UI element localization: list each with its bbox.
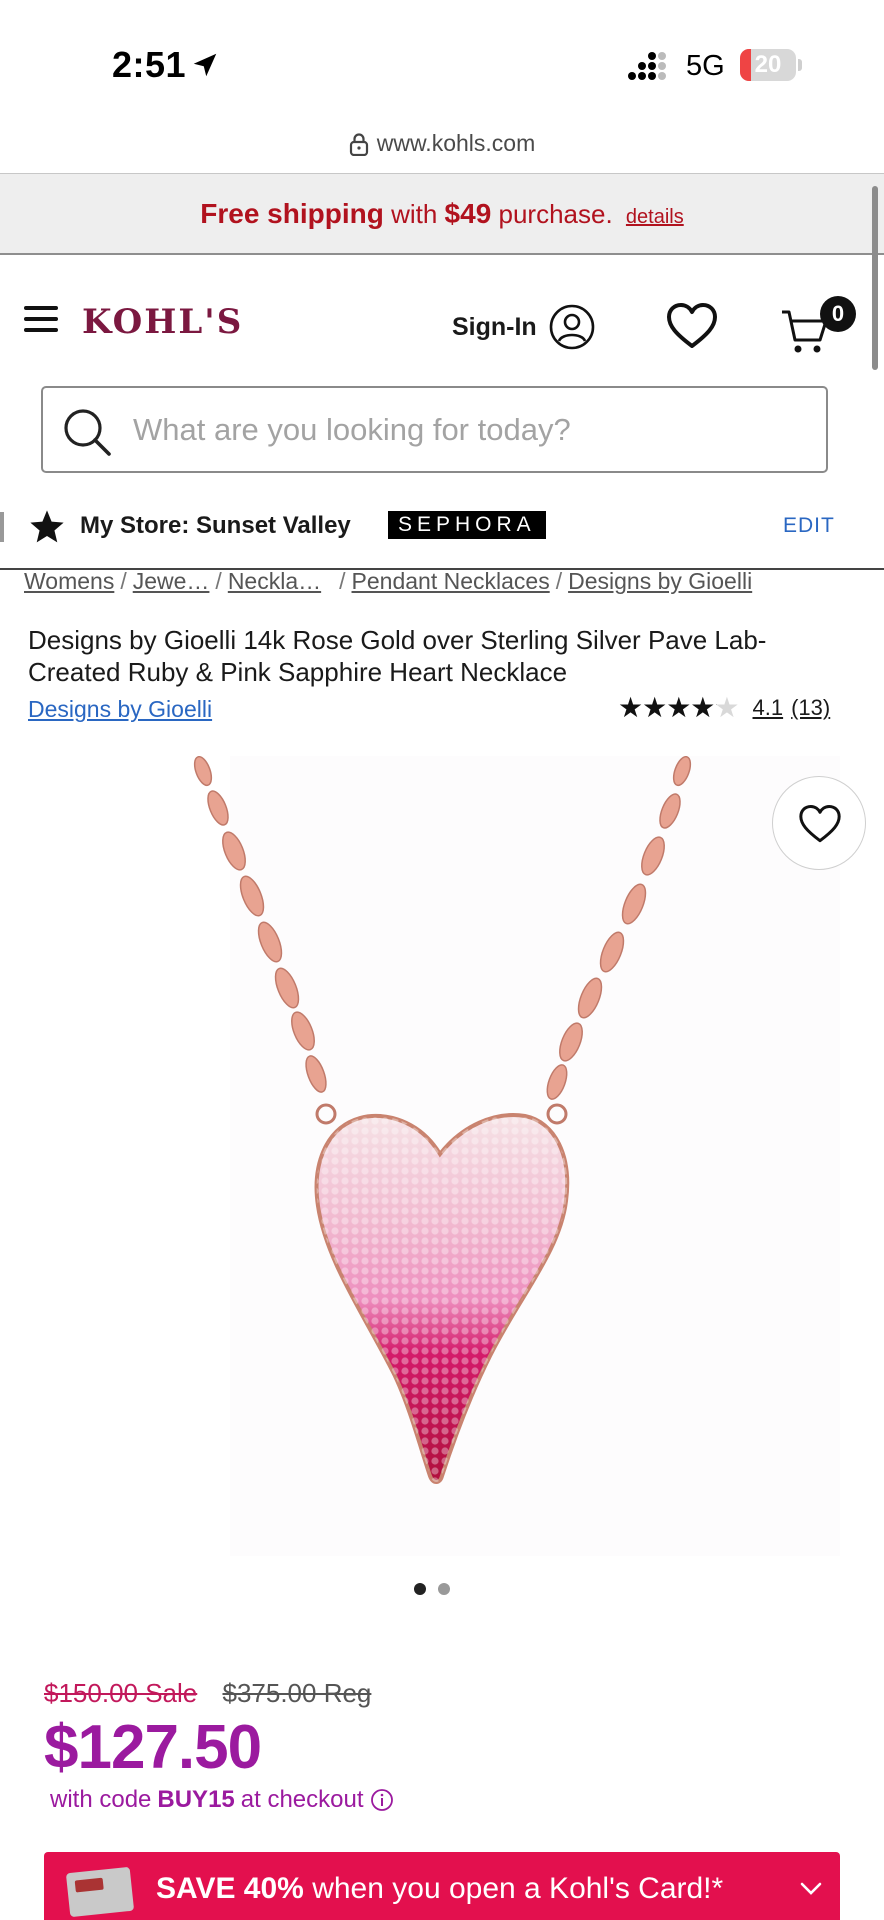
card-offer-rest: when you open a Kohl's Card!* [312,1872,724,1905]
shipping-bold: Free shipping [200,198,384,229]
chevron-down-icon[interactable] [800,1882,822,1896]
store-row: My Store: Sunset Valley SEPHORA EDIT [0,500,884,570]
battery-level: 20 [754,51,782,78]
breadcrumb-necklaces[interactable]: Neckla… [228,568,321,594]
sale-price: $150.00 Sale [44,1678,198,1708]
card-offer-bold: SAVE 40% [156,1872,304,1905]
carousel-dot[interactable] [414,1583,426,1595]
status-time: 2:51 [112,44,187,85]
store-edit-link[interactable]: EDIT [783,514,835,538]
search-input[interactable] [133,388,813,471]
wishlist-heart-icon[interactable] [666,302,718,350]
product-title: Designs by Gioelli 14k Rose Gold over St… [28,625,767,687]
site-header: KOHL'S Sign-In 0 [0,256,884,386]
review-count[interactable]: (13) [791,695,830,721]
breadcrumb-womens[interactable]: Womens [24,568,114,594]
breadcrumb-separator: / [120,568,127,594]
shipping-details-link[interactable]: details [626,206,684,228]
breadcrumb-separator: / [339,568,346,594]
regular-price: $375.00 Reg [222,1678,372,1708]
hamburger-menu-icon[interactable] [24,306,58,336]
shipping-amount: $49 [444,198,492,229]
url-text: www.kohls.com [376,130,536,156]
cart-count-badge: 0 [820,296,856,332]
rating-stars-filled: ★★★★★ [618,694,717,722]
promo-suffix: at checkout [240,1786,364,1813]
status-bar: 2:51 5G 20 [0,0,884,130]
kohls-card-banner[interactable]: SAVE 40% when you open a Kohl's Card!* [44,1852,840,1920]
cart-button[interactable]: 0 [780,296,860,366]
product-rating[interactable]: ★★★★★ ★★★★★ 4.1 (13) [618,694,830,722]
product-image[interactable] [0,756,884,1556]
star-icon [30,510,64,543]
user-icon [549,304,595,350]
scroll-edge-indicator [0,512,4,542]
add-to-favorites-button[interactable] [772,776,866,870]
necklace-image [193,756,692,1484]
signal-icon [628,52,666,80]
search-box[interactable] [41,386,828,473]
shipping-end: purchase. [498,199,613,229]
rating-stars: ★★★★★ ★★★★★ [618,694,740,722]
my-store-label[interactable]: My Store: Sunset Valley [80,512,351,540]
breadcrumb-designs-by-gioelli[interactable]: Designs by Gioelli [568,568,752,594]
shipping-mid: with [391,199,438,229]
card-offer-text: SAVE 40% when you open a Kohl's Card!* [156,1872,723,1906]
image-carousel-dots[interactable] [414,1583,450,1595]
kohls-card-image [65,1866,135,1918]
current-price: $127.50 [44,1713,262,1782]
location-arrow-icon [193,53,217,77]
shipping-banner: Free shipping with $49 purchase. details [0,173,884,255]
page-scrollbar[interactable] [872,186,878,370]
sign-in-label: Sign-In [452,312,537,341]
promo-prefix: with code [50,1786,152,1813]
battery-icon: 20 [740,49,802,81]
kohls-logo[interactable]: KOHL'S [82,302,243,342]
promo-code: BUY15 [157,1786,235,1813]
breadcrumb-jewelry[interactable]: Jewe… [133,568,210,594]
breadcrumb: Womens / Jewe… / Neckla… / Pendant Necklaces / D… [24,568,874,604]
sign-in-button[interactable]: Sign-In [452,304,595,350]
rating-value: 4.1 [752,695,784,720]
lock-icon [349,132,368,156]
breadcrumb-pendant-necklaces[interactable]: Pendant Necklaces [352,568,550,594]
breadcrumb-separator: / [215,568,222,594]
sephora-logo[interactable]: SEPHORA [388,511,546,539]
address-bar[interactable]: www.kohls.com [0,130,884,172]
breadcrumb-separator: / [555,568,563,594]
promo-code-line: with code BUY15 at checkout [50,1786,394,1814]
heart-outline-icon [799,805,841,843]
info-icon[interactable] [370,1788,394,1812]
brand-link[interactable]: Designs by Gioelli [28,696,212,723]
carousel-dot[interactable] [438,1583,450,1595]
search-icon [64,409,111,456]
network-label: 5G [686,50,725,82]
price-original: $150.00 Sale $375.00 Reg [44,1678,371,1709]
